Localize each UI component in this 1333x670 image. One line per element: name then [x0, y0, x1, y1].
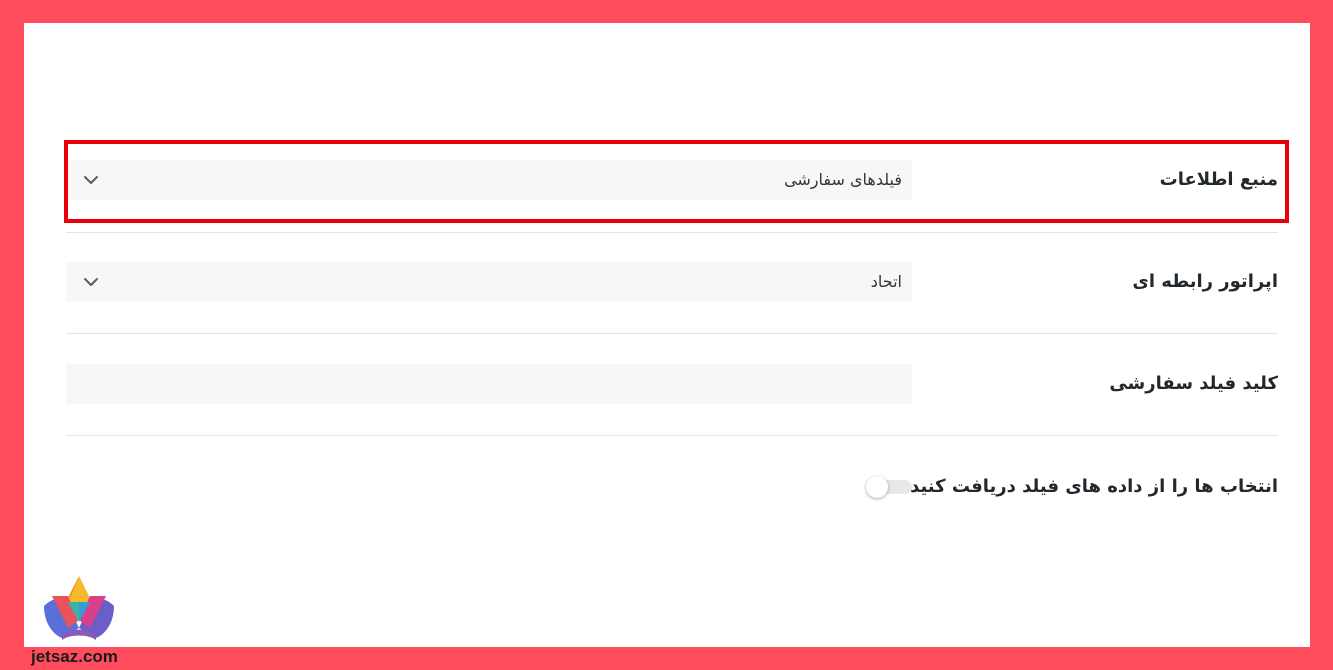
toggle-knob	[866, 476, 888, 498]
relation-operator-value: اتحاد	[870, 272, 902, 291]
fetch-options-label: انتخاب ها را از داده های فیلد دریافت کنی…	[910, 476, 1278, 497]
custom-field-key-row: کلید فیلد سفارشی	[66, 364, 1278, 404]
jetsaz-logo	[44, 576, 114, 640]
custom-field-key-input[interactable]	[66, 364, 912, 404]
divider	[66, 232, 1278, 233]
relation-operator-row: اپراتور رابطه ای اتحاد	[66, 262, 1278, 302]
relation-operator-select[interactable]: اتحاد	[66, 262, 912, 302]
chevron-down-icon	[84, 278, 98, 286]
fetch-options-row: انتخاب ها را از داده های فیلد دریافت کنی…	[66, 475, 1278, 501]
highlight-box	[64, 140, 1289, 223]
divider	[66, 435, 1278, 436]
divider	[66, 333, 1278, 334]
custom-field-key-label: کلید فیلد سفارشی	[1109, 373, 1278, 394]
settings-panel	[24, 23, 1310, 647]
fetch-options-toggle[interactable]	[866, 476, 912, 498]
relation-operator-label: اپراتور رابطه ای	[1132, 271, 1278, 292]
watermark: jetsaz.com	[31, 647, 118, 666]
